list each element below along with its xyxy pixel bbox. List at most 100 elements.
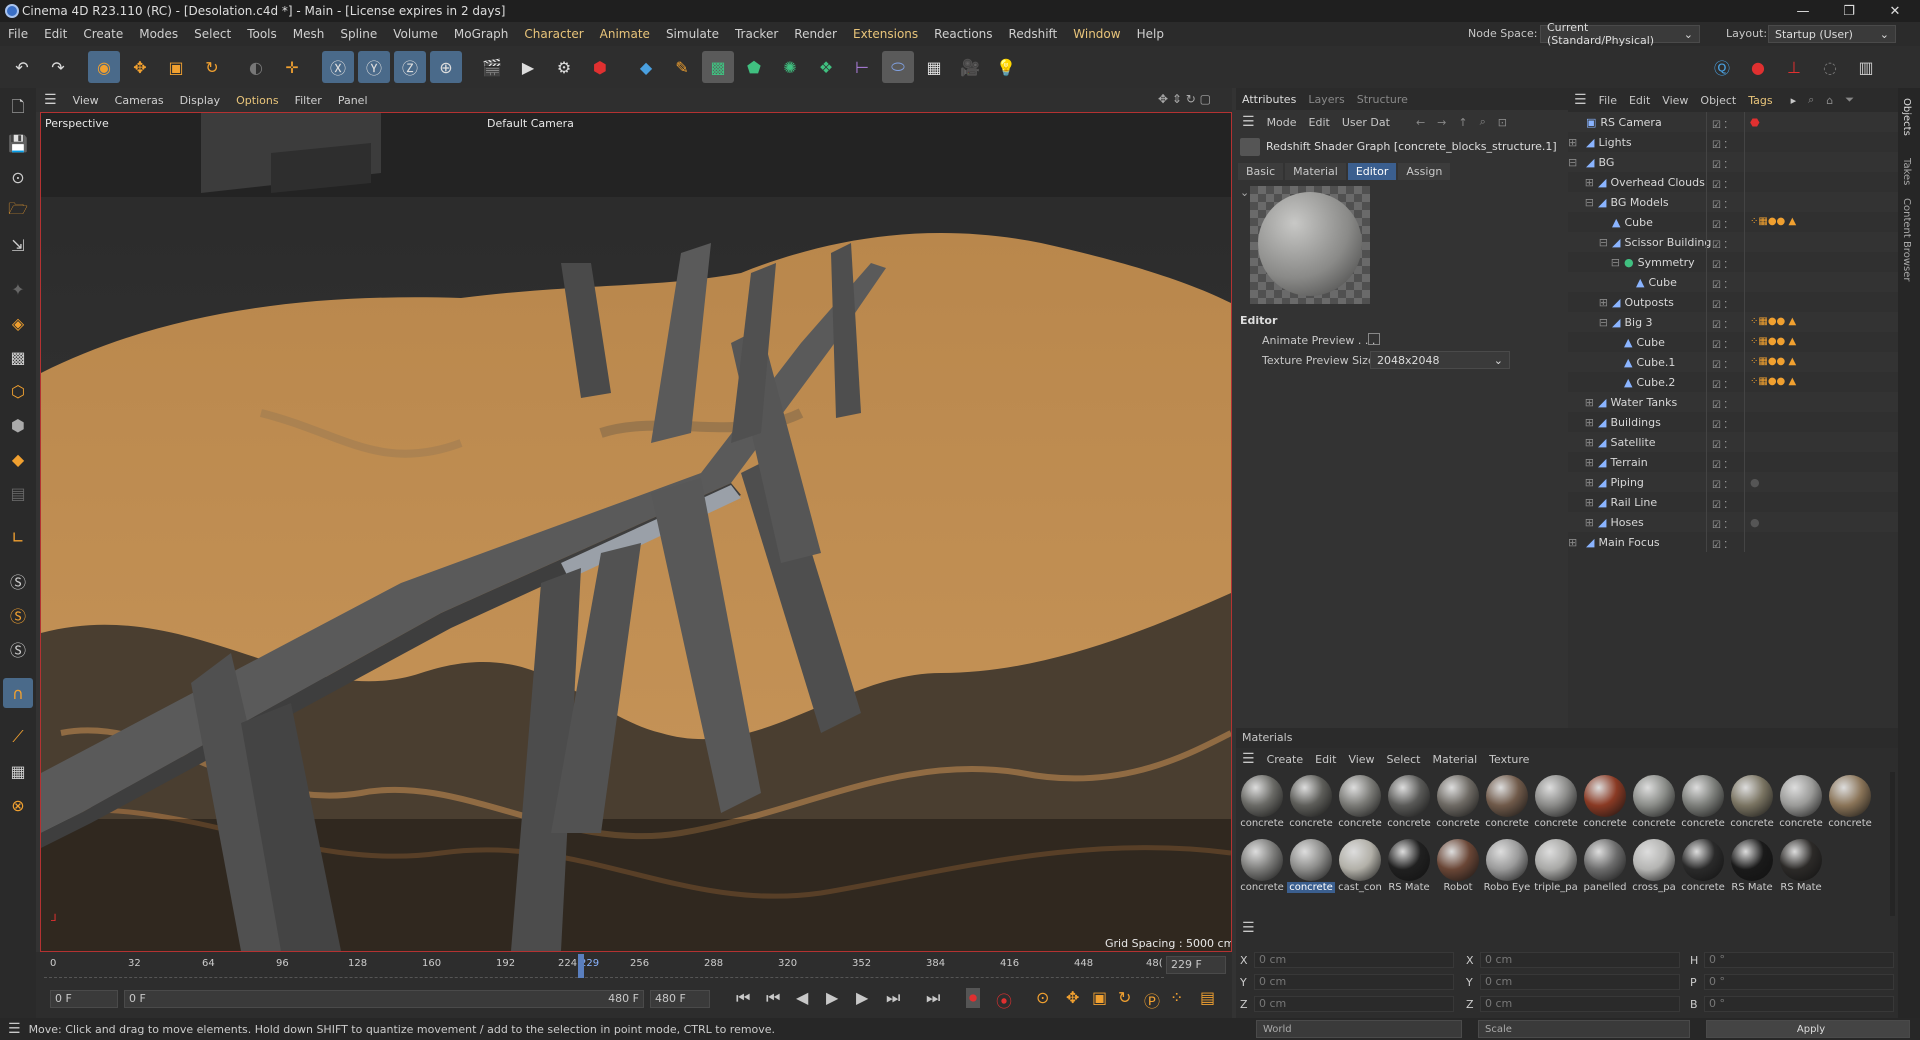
object-row[interactable]: ⊟ ◢ Big 3	[1568, 312, 1898, 332]
x-axis-icon[interactable]: Ⓧ	[322, 51, 354, 83]
close-button[interactable]: ✕	[1872, 0, 1918, 22]
coordinate-system-icon[interactable]: ⊕	[430, 51, 462, 83]
objects-menu-edit[interactable]: Edit	[1623, 94, 1656, 107]
viewport-menu-cameras[interactable]: Cameras	[107, 94, 172, 107]
subdivision-icon[interactable]: ▩	[702, 51, 734, 83]
texture-tags-icon[interactable]: ⁘▦●● ▲	[1750, 336, 1796, 347]
objects-menu-view[interactable]: View	[1656, 94, 1694, 107]
object-row[interactable]: ⊟ ◢ Scissor Building	[1568, 232, 1898, 252]
menu-create[interactable]: Create	[75, 27, 131, 41]
material-tag-icon[interactable]: ●	[1750, 476, 1760, 489]
objects-menu-tags[interactable]: Tags	[1742, 94, 1778, 107]
hamburger-icon[interactable]: ☰	[1236, 114, 1261, 130]
material-swatch[interactable]: concrete	[1730, 774, 1774, 834]
material-swatch[interactable]: concrete	[1387, 774, 1431, 834]
start-frame-field[interactable]: 0 F	[50, 990, 118, 1008]
material-swatch[interactable]: cast_con	[1338, 838, 1382, 898]
object-row[interactable]: ⊞ ◢ Lights	[1568, 132, 1898, 152]
preview-range-slider[interactable]: 0 F 480 F	[124, 990, 644, 1008]
filter-icon[interactable]: ⏷	[1839, 93, 1860, 107]
menu-tools[interactable]: Tools	[239, 27, 285, 41]
next-frame-icon[interactable]: ▶	[856, 988, 868, 1007]
object-row[interactable]: ⊞ ◢ Rail Line	[1568, 492, 1898, 512]
hamburger-icon[interactable]: ☰	[1236, 751, 1261, 767]
up-arrow-icon[interactable]: ↑	[1452, 116, 1473, 129]
locked-workplane-icon[interactable]: ⊗	[3, 790, 33, 820]
material-preview[interactable]	[1250, 186, 1370, 304]
material-swatch[interactable]: concrete	[1779, 774, 1823, 834]
object-row[interactable]: ▲ Cube	[1568, 212, 1898, 232]
materials-menu-view[interactable]: View	[1342, 753, 1380, 766]
object-row[interactable]: ▲ Cube.2	[1568, 372, 1898, 392]
material-swatch[interactable]: Robo Eye	[1484, 838, 1530, 898]
hamburger-icon[interactable]: ☰	[36, 92, 65, 108]
material-swatch[interactable]: RS Mate	[1779, 838, 1823, 898]
materials-menu-select[interactable]: Select	[1381, 753, 1427, 766]
material-swatch[interactable]: RS Mate	[1387, 838, 1431, 898]
model-mode-icon[interactable]: ◈	[3, 308, 33, 338]
snap-s3-icon[interactable]: Ⓢ	[3, 634, 33, 664]
rotate-tool-icon[interactable]: ↻	[196, 51, 228, 83]
menu-mograph[interactable]: MoGraph	[446, 27, 517, 41]
viewport-menu-options[interactable]: Options	[228, 94, 286, 107]
material-swatch[interactable]: triple_pa	[1534, 838, 1578, 898]
viewport-nav-icon[interactable]: ✥ ⇕ ↻ ▢	[1158, 92, 1211, 106]
object-row[interactable]: ⊞ ◢ Outposts	[1568, 292, 1898, 312]
viewport-menu-view[interactable]: View	[65, 94, 107, 107]
search-icon[interactable]: ⌕	[1474, 115, 1492, 129]
rotation-b-field[interactable]: 0 °	[1704, 996, 1894, 1012]
save-icon[interactable]: 💾	[3, 128, 33, 158]
object-row[interactable]: ⊞ ◢ Satellite	[1568, 432, 1898, 452]
objects-menu-file[interactable]: File	[1593, 94, 1623, 107]
back-arrow-icon[interactable]: ←	[1410, 116, 1431, 129]
menu-window[interactable]: Window	[1065, 27, 1128, 41]
z-axis-icon[interactable]: Ⓩ	[394, 51, 426, 83]
texture-tags-icon[interactable]: ⁘▦●● ▲	[1750, 376, 1796, 387]
render-settings-icon[interactable]: ⚙	[548, 51, 580, 83]
menu-help[interactable]: Help	[1129, 27, 1172, 41]
apply-button[interactable]: Apply	[1706, 1020, 1910, 1038]
deformer-icon[interactable]: ⊢	[846, 51, 878, 83]
materials-menu-material[interactable]: Material	[1426, 753, 1483, 766]
animate-preview-checkbox[interactable]	[1368, 333, 1380, 345]
viewport-camera-label[interactable]: Default Camera	[487, 117, 574, 130]
materials-menu-texture[interactable]: Texture	[1483, 753, 1535, 766]
material-swatch[interactable]: concrete	[1534, 774, 1578, 834]
scale-key-icon[interactable]: ▣	[1092, 988, 1107, 1007]
magnet-icon[interactable]: ∩	[3, 678, 33, 708]
undo-icon[interactable]: ↶	[6, 51, 38, 83]
viewport-menu-display[interactable]: Display	[172, 94, 229, 107]
pen-spline-icon[interactable]: ✎	[666, 51, 698, 83]
material-swatch[interactable]: concrete	[1287, 838, 1335, 898]
prev-frame-icon[interactable]: ◀	[796, 988, 808, 1007]
material-swatch[interactable]: concrete	[1485, 774, 1529, 834]
redshift-tag-icon[interactable]: ⬣	[1750, 116, 1760, 129]
goto-end-icon[interactable]: ⏭	[926, 988, 940, 1008]
mograph-cloner-icon[interactable]: ✺	[774, 51, 806, 83]
object-row[interactable]: ⊞ ◢ Buildings	[1568, 412, 1898, 432]
material-swatch[interactable]: concrete	[1436, 774, 1480, 834]
snap-s2-icon[interactable]: Ⓢ	[3, 600, 33, 630]
camera-icon[interactable]: 🎥	[954, 51, 986, 83]
material-swatch[interactable]: concrete	[1289, 774, 1333, 834]
object-row[interactable]: ⊞ ◢ Piping	[1568, 472, 1898, 492]
parameter-key-icon[interactable]: Ⓟ	[1144, 988, 1160, 1012]
extrude-icon[interactable]: ⬟	[738, 51, 770, 83]
material-swatch[interactable]: cross_pa	[1632, 838, 1676, 898]
object-row[interactable]: ⊟ ◢ BG	[1568, 152, 1898, 172]
folder-icon[interactable]: 🗁	[3, 196, 33, 226]
coord-mode-dropdown[interactable]: World	[1256, 1020, 1462, 1038]
end-frame-field[interactable]: 480 F	[650, 990, 710, 1008]
material-swatch[interactable]: concrete	[1632, 774, 1676, 834]
layout-dropdown[interactable]: Startup (User) ⌄	[1768, 25, 1896, 43]
material-swatch[interactable]: concrete	[1828, 774, 1872, 834]
menu-edit[interactable]: Edit	[36, 27, 75, 41]
subtab-editor[interactable]: Editor	[1347, 162, 1397, 180]
material-tag-icon[interactable]: ●	[1750, 516, 1760, 529]
light-icon[interactable]: 💡	[990, 51, 1022, 83]
rotation-key-icon[interactable]: ↻	[1118, 988, 1131, 1007]
menu-mesh[interactable]: Mesh	[285, 27, 333, 41]
attributes-menu-userdata[interactable]: User Dat	[1336, 116, 1396, 129]
node-space-dropdown[interactable]: Current (Standard/Physical) ⌄	[1540, 21, 1700, 47]
texture-preview-size-dropdown[interactable]: 2048x2048 ⌄	[1370, 351, 1510, 369]
